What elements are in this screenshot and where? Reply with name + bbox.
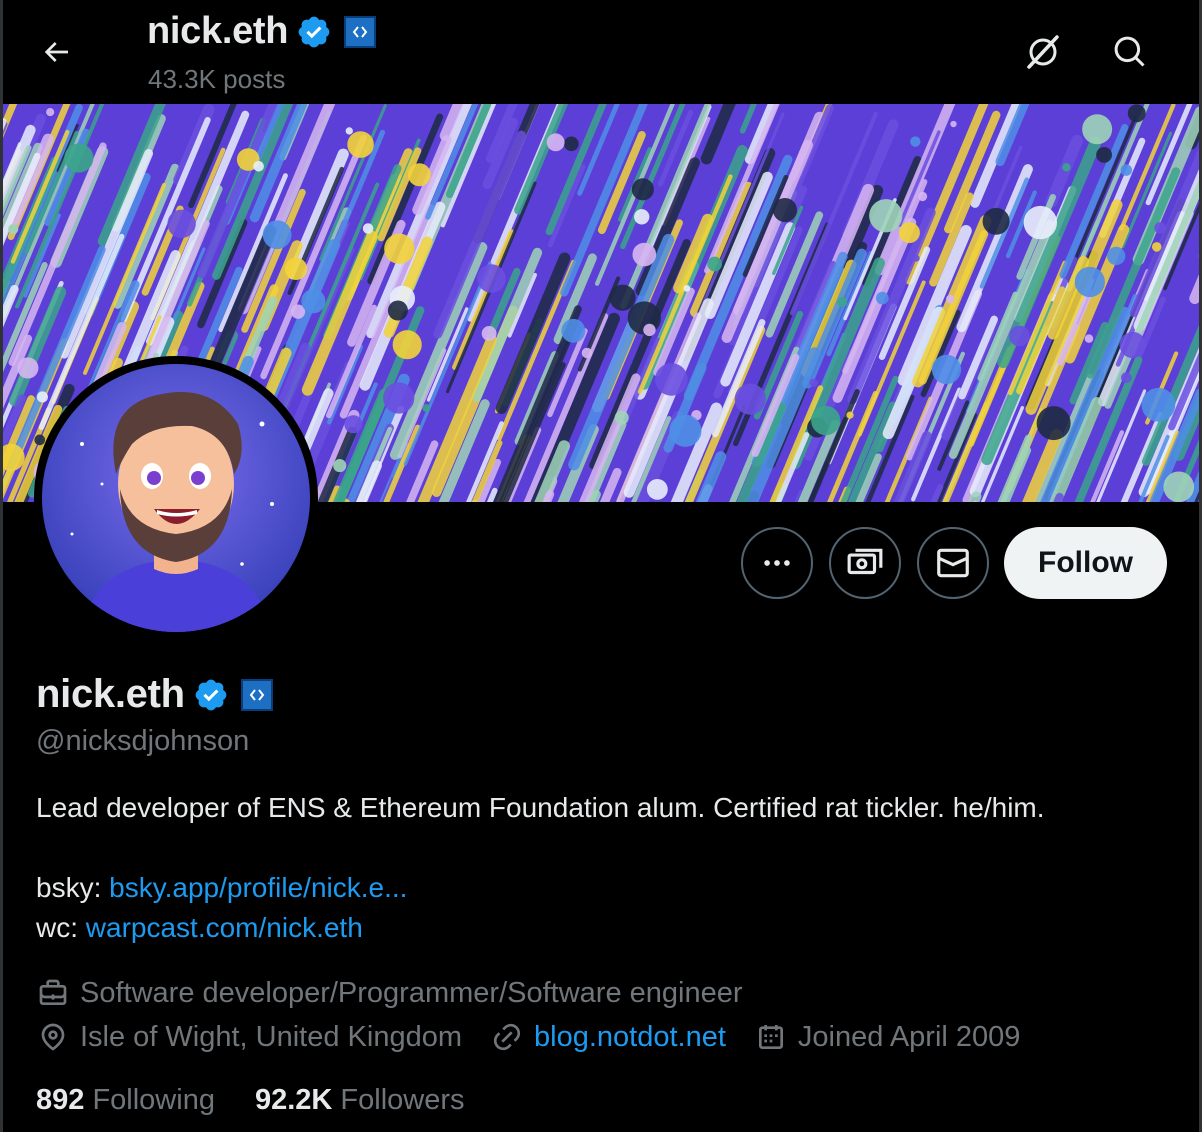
bio-text: Lead developer of ENS & Ethereum Foundat… xyxy=(36,792,1045,823)
profession-item[interactable]: Software developer/Programmer/Software e… xyxy=(36,976,743,1010)
joined-text: Joined April 2009 xyxy=(797,1020,1021,1053)
briefcase-icon xyxy=(36,976,70,1010)
details-row: Isle of Wight, United Kingdom blog.notdo… xyxy=(36,1020,1048,1054)
website-item[interactable]: blog.notdot.net xyxy=(490,1020,726,1054)
back-button[interactable] xyxy=(28,28,84,76)
verified-badge-icon[interactable] xyxy=(193,677,229,713)
follow-button[interactable]: Follow xyxy=(1004,527,1167,599)
profile-handle: @nicksdjohnson xyxy=(36,725,250,757)
more-icon xyxy=(764,560,790,566)
profile-display-name: nick.eth xyxy=(36,672,185,716)
following-count: 892 xyxy=(36,1084,85,1116)
followers-stat[interactable]: 92.2K Followers xyxy=(255,1084,465,1117)
link-icon xyxy=(490,1020,524,1054)
location-item: Isle of Wight, United Kingdom xyxy=(36,1020,462,1054)
avatar[interactable] xyxy=(34,356,318,640)
avatar-illustration xyxy=(42,364,310,632)
money-icon xyxy=(847,548,883,575)
grok-button[interactable] xyxy=(1017,26,1069,78)
profile-bio: Lead developer of ENS & Ethereum Foundat… xyxy=(36,788,1176,948)
subscribe-button[interactable] xyxy=(829,527,901,599)
bio-wc-row: wc: warpcast.com/nick.eth xyxy=(36,908,1176,948)
header-name: nick.eth xyxy=(147,10,289,52)
affiliate-badge-icon[interactable] xyxy=(344,15,377,48)
followers-label: Followers xyxy=(340,1084,465,1116)
location-pin-icon xyxy=(36,1020,70,1054)
joined-item: Joined April 2009 xyxy=(754,1020,1021,1054)
followers-count: 92.2K xyxy=(254,1084,333,1116)
posts-count: 43.3K posts xyxy=(148,64,286,94)
follow-stats: 892 Following 92.2K Followers xyxy=(36,1084,505,1117)
message-button[interactable] xyxy=(917,527,989,599)
website-link[interactable]: blog.notdot.net xyxy=(534,1021,726,1054)
top-header: nick.eth 43.3K posts xyxy=(0,0,1202,104)
bio-bsky-row: bsky: bsky.app/profile/nick.e... xyxy=(36,868,1176,908)
more-button[interactable] xyxy=(741,527,813,599)
bio-spacer xyxy=(36,828,1176,868)
bsky-prefix: bsky: xyxy=(36,872,102,903)
location-text: Isle of Wight, United Kingdom xyxy=(80,1020,463,1053)
warpcast-link[interactable]: warpcast.com/nick.eth xyxy=(86,912,363,943)
profession-row: Software developer/Programmer/Software e… xyxy=(36,976,771,1010)
profession-text: Software developer/Programmer/Software e… xyxy=(80,976,743,1009)
search-icon xyxy=(1114,36,1145,67)
calendar-icon xyxy=(754,1020,788,1054)
grok-icon xyxy=(1027,35,1059,69)
bsky-link[interactable]: bsky.app/profile/nick.e... xyxy=(109,872,407,903)
verified-badge-icon[interactable] xyxy=(296,14,332,50)
header-name-row: nick.eth xyxy=(147,10,377,53)
profile-name-row: nick.eth xyxy=(36,672,273,717)
following-stat[interactable]: 892 Following xyxy=(36,1084,215,1117)
wc-prefix: wc: xyxy=(36,912,78,943)
arrow-left-icon xyxy=(44,42,68,62)
envelope-icon xyxy=(937,548,969,578)
following-label: Following xyxy=(92,1084,215,1116)
affiliate-badge-icon[interactable] xyxy=(240,678,273,711)
search-button[interactable] xyxy=(1104,26,1156,78)
